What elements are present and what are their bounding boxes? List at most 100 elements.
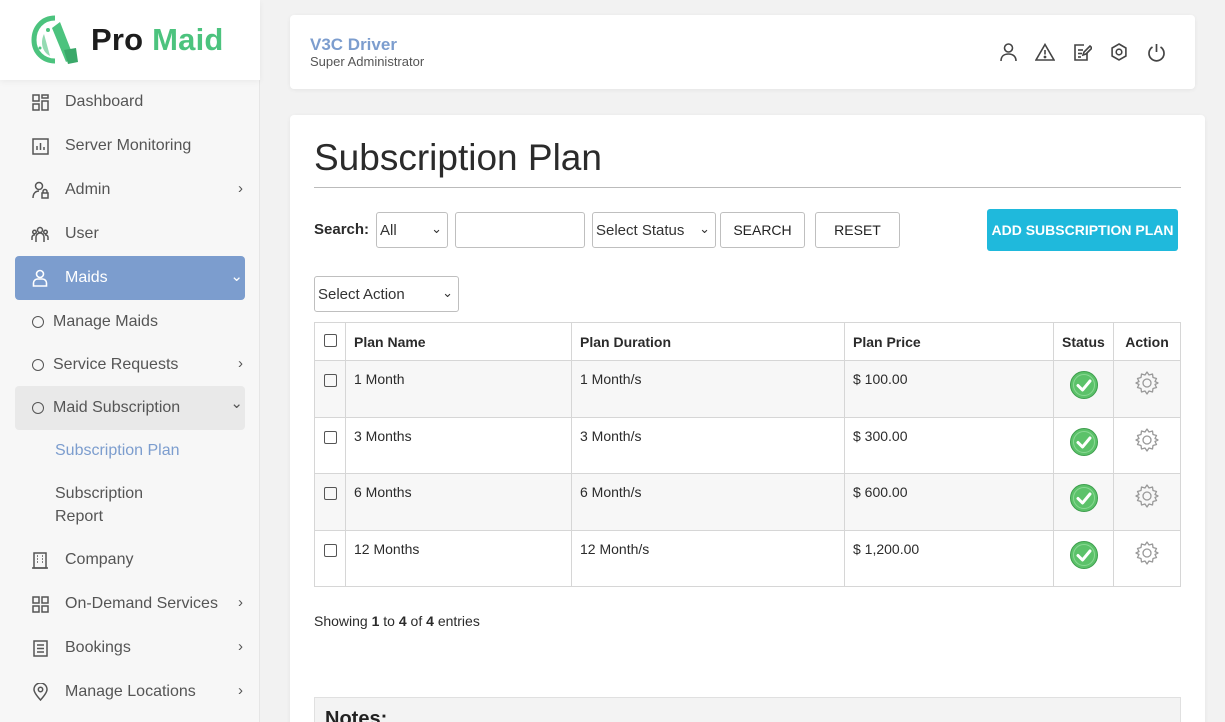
add-subscription-plan-button[interactable]: ADD SUBSCRIPTION PLAN — [987, 209, 1178, 251]
building-icon — [30, 550, 50, 570]
settings-icon[interactable] — [1108, 41, 1130, 63]
pagination-info: Showing 1 to 4 of 4 entries — [314, 613, 480, 629]
sidebar-item-subscription-report[interactable]: Subscription Report — [55, 482, 143, 528]
header-actions — [997, 41, 1167, 63]
gear-icon[interactable] — [1134, 370, 1160, 396]
chevron-down-icon: ⌄ — [699, 221, 710, 236]
circle-icon — [32, 316, 44, 328]
sidebar-item-bookings[interactable]: Bookings › — [15, 626, 245, 670]
search-button[interactable]: SEARCH — [720, 212, 805, 248]
status-cell — [1053, 473, 1114, 531]
warning-icon[interactable] — [1034, 41, 1056, 63]
action-cell — [1113, 416, 1181, 474]
status-cell — [1053, 529, 1114, 587]
row-checkbox[interactable] — [323, 430, 337, 444]
row-checkbox[interactable] — [323, 374, 337, 387]
active-check-icon[interactable] — [1069, 427, 1099, 457]
user-icon — [30, 268, 50, 288]
sidebar-item-label: Manage Maids — [53, 313, 158, 330]
plan-duration-cell: 1 Month/s — [571, 360, 845, 418]
status-select[interactable]: Select Status ⌄ — [592, 212, 716, 248]
chevron-right-icon: › — [238, 355, 243, 372]
page-title: Subscription Plan — [314, 137, 602, 178]
brand-name: Pro Maid — [91, 22, 224, 58]
chevron-right-icon: › — [238, 594, 243, 611]
status-cell — [1053, 360, 1114, 418]
user-role: Super Administrator — [310, 54, 425, 69]
plan-price-cell: $ 1,200.00 — [844, 529, 1054, 587]
select-all-checkbox[interactable] — [323, 333, 337, 347]
users-icon — [30, 224, 50, 244]
profile-icon[interactable] — [997, 41, 1019, 63]
sidebar-item-label: Maids — [65, 269, 108, 286]
chevron-down-icon: ⌄ — [431, 221, 442, 236]
plan-price-cell: $ 300.00 — [844, 416, 1054, 474]
row-checkbox[interactable] — [323, 543, 337, 557]
plan-price-cell: $ 100.00 — [844, 360, 1054, 418]
col-plan-price[interactable]: Plan Price — [844, 322, 1054, 361]
sidebar-item-label: Company — [65, 551, 134, 568]
bar-chart-icon — [30, 136, 50, 156]
logo[interactable]: Pro Maid — [0, 0, 260, 80]
sidebar-item-manage-maids[interactable]: Manage Maids — [15, 300, 245, 344]
table-row: 3 Months 3 Month/s $ 300.00 — [314, 416, 1181, 474]
select-value: Select Action — [318, 285, 405, 303]
select-all-cell — [314, 322, 346, 361]
row-select-cell — [314, 416, 346, 474]
main-content: Subscription Plan Search: All ⌄ Select S… — [290, 115, 1205, 722]
col-plan-name[interactable]: Plan Name — [345, 322, 572, 361]
showing-total: 4 — [426, 613, 434, 629]
sidebar: Pro Maid Dashboard Server Monitoring Adm… — [0, 0, 260, 722]
chevron-right-icon: › — [238, 638, 243, 655]
sidebar-item-label: Service Requests — [53, 356, 179, 373]
edit-note-icon[interactable] — [1071, 41, 1093, 63]
sidebar-item-dashboard[interactable]: Dashboard — [15, 80, 245, 124]
sidebar-item-maid-subscription[interactable]: Maid Subscription ⌄ — [15, 386, 245, 430]
gear-icon[interactable] — [1134, 540, 1160, 566]
sidebar-item-label: Server Monitoring — [65, 137, 192, 154]
power-icon[interactable] — [1145, 41, 1167, 63]
plan-name-cell: 1 Month — [345, 360, 572, 418]
top-header: V3C Driver Super Administrator — [290, 15, 1195, 89]
user-name: V3C Driver — [310, 35, 397, 54]
row-select-cell — [314, 473, 346, 531]
table-row: 12 Months 12 Month/s $ 1,200.00 — [314, 529, 1181, 587]
active-check-icon[interactable] — [1069, 483, 1099, 513]
gear-icon[interactable] — [1134, 483, 1160, 509]
sidebar-item-user[interactable]: User — [15, 212, 245, 256]
sidebar-item-label: On-Demand Services — [65, 595, 218, 612]
col-action: Action — [1113, 322, 1181, 361]
brand-word1: Pro — [91, 22, 144, 57]
notes-title: Notes: — [325, 708, 388, 722]
bulk-action-select[interactable]: Select Action ⌄ — [314, 276, 459, 312]
action-cell — [1113, 360, 1181, 418]
row-checkbox[interactable] — [323, 487, 337, 500]
sidebar-item-label: User — [65, 225, 99, 242]
circle-icon — [32, 359, 44, 371]
sidebar-item-admin[interactable]: Admin › — [15, 168, 245, 212]
col-plan-duration[interactable]: Plan Duration — [571, 322, 845, 361]
reset-button[interactable]: RESET — [815, 212, 900, 248]
sidebar-item-on-demand-services[interactable]: On-Demand Services › — [15, 582, 245, 626]
sidebar-item-server-monitoring[interactable]: Server Monitoring — [15, 124, 245, 168]
showing-from: 1 — [371, 613, 380, 629]
showing-prefix: Showing — [314, 613, 368, 629]
col-status: Status — [1053, 322, 1114, 361]
grid-icon — [30, 594, 50, 614]
chevron-down-icon: ⌄ — [230, 395, 243, 412]
circle-icon — [32, 402, 44, 414]
row-select-cell — [314, 529, 346, 587]
sidebar-item-subscription-plan[interactable]: Subscription Plan — [55, 439, 180, 462]
sidebar-item-label: Admin — [65, 181, 111, 198]
sidebar-item-maids[interactable]: Maids ⌄ — [15, 256, 245, 300]
active-check-icon[interactable] — [1069, 540, 1099, 570]
gear-icon[interactable] — [1134, 427, 1160, 453]
active-check-icon[interactable] — [1069, 370, 1099, 400]
chevron-right-icon: › — [238, 180, 243, 197]
sidebar-item-company[interactable]: Company — [15, 538, 245, 582]
sidebar-item-manage-locations[interactable]: Manage Locations › — [15, 670, 245, 714]
plan-price-cell: $ 600.00 — [844, 473, 1054, 531]
sidebar-item-service-requests[interactable]: Service Requests › — [15, 343, 245, 387]
search-input[interactable] — [455, 212, 585, 248]
search-field-select[interactable]: All ⌄ — [376, 212, 448, 248]
